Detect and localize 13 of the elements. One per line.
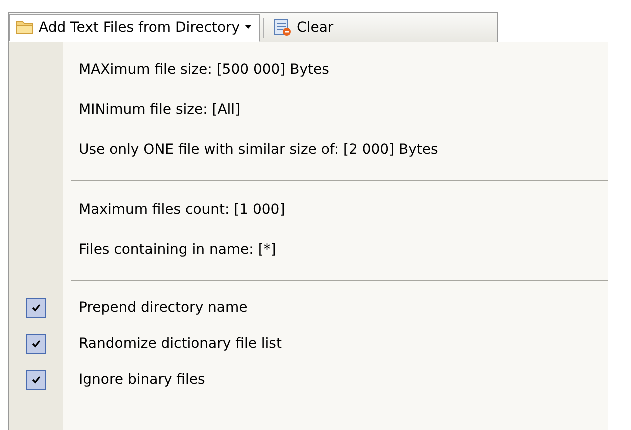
- dropdown-button[interactable]: Add Text Files from Directory: [9, 14, 260, 42]
- clear-list-icon: [274, 18, 292, 36]
- folder-icon: [16, 20, 34, 35]
- caret-icon: [245, 25, 254, 30]
- menu-item[interactable]: MINimum file size: [All]: [63, 102, 241, 118]
- toolbar-button[interactable]: Clear: [267, 14, 341, 42]
- menu-item[interactable]: MAXimum file size: [500 000] Bytes: [63, 62, 330, 78]
- menu-item[interactable]: Ignore binary files: [63, 372, 206, 388]
- menu-item[interactable]: Prepend directory name: [63, 300, 248, 316]
- menu-item[interactable]: Use only ONE file with similar size of: [2 000] Bytes: [63, 142, 438, 158]
- menu-item[interactable]: Files containing in name: [*]: [63, 242, 276, 258]
- menu-item[interactable]: Randomize dictionary file list: [63, 336, 282, 352]
- menu-item[interactable]: Maximum files count: [1 000]: [63, 202, 286, 218]
